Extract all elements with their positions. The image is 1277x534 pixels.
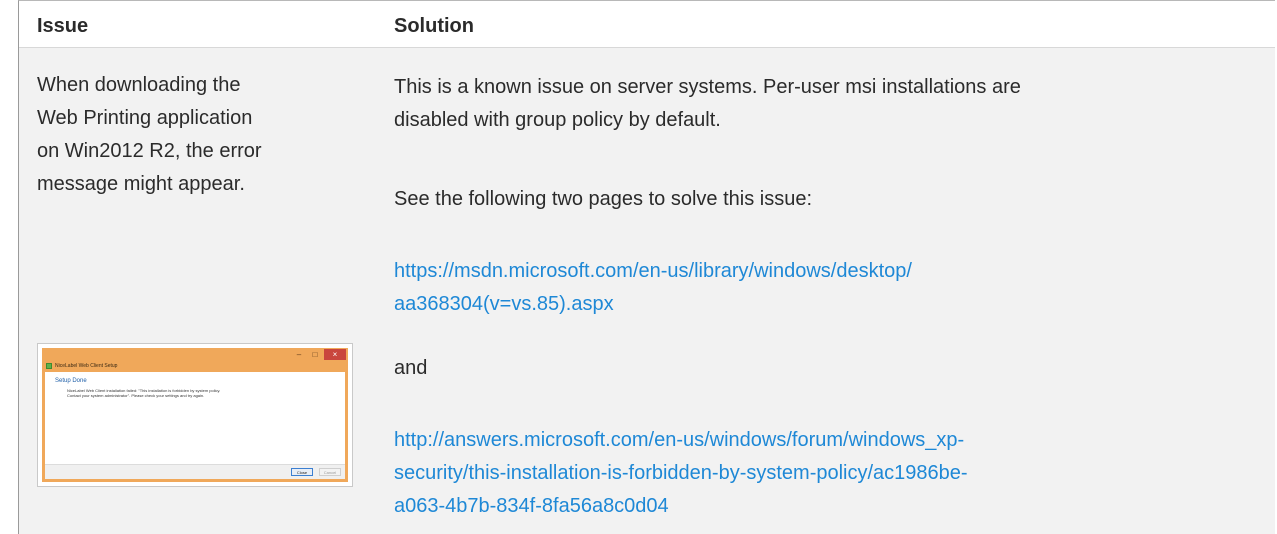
solution-line: This is a known issue on server systems.… — [394, 76, 1021, 98]
issue-description: When downloading the Web Printing applic… — [37, 69, 347, 201]
issue-line: When downloading the — [37, 74, 241, 96]
setup-message: NiceLabel Web Client installation failed… — [67, 388, 337, 398]
window-controls: – □ × — [292, 349, 346, 360]
answers-link[interactable]: http://answers.microsoft.com/en-us/windo… — [394, 424, 1214, 523]
setup-heading: Setup Done — [55, 378, 87, 384]
setup-close-button: Close — [291, 468, 313, 476]
link-line[interactable]: a063-4b7b-834f-8fa56a8c0d04 — [394, 490, 1214, 523]
link-line[interactable]: https://msdn.microsoft.com/en-us/library… — [394, 255, 1194, 288]
solution-line: disabled with group policy by default. — [394, 109, 721, 131]
setup-cancel-button: Cancel — [319, 468, 341, 476]
setup-window: – □ × NiceLabel Web Client Setup Setup D… — [42, 348, 348, 482]
window-body: Setup Done NiceLabel Web Client installa… — [45, 372, 345, 464]
solution-instruction: See the following two pages to solve thi… — [394, 188, 813, 210]
error-screenshot: – □ × NiceLabel Web Client Setup Setup D… — [37, 343, 353, 487]
window-title: NiceLabel Web Client Setup — [55, 363, 118, 369]
issue-column-header: Issue — [37, 15, 89, 37]
solution-paragraph: This is a known issue on server systems.… — [394, 71, 1254, 137]
issue-line: on Win2012 R2, the error — [37, 140, 262, 162]
close-icon: × — [324, 349, 346, 360]
issue-solution-table: Issue Solution When downloading the Web … — [18, 0, 1275, 534]
app-icon — [46, 363, 52, 369]
issue-line: message might appear. — [37, 173, 245, 195]
table-header-row: Issue Solution — [19, 1, 1275, 48]
issue-line: Web Printing application — [37, 107, 253, 129]
window-title-bar: NiceLabel Web Client Setup — [46, 363, 117, 369]
conjunction-text: and — [394, 357, 428, 379]
link-line[interactable]: http://answers.microsoft.com/en-us/windo… — [394, 424, 1214, 457]
link-line[interactable]: aa368304(v=vs.85).aspx — [394, 288, 1194, 321]
link-line[interactable]: security/this-installation-is-forbidden-… — [394, 457, 1214, 490]
minimize-icon: – — [296, 349, 302, 359]
window-footer: Close Cancel — [45, 464, 345, 479]
msdn-link[interactable]: https://msdn.microsoft.com/en-us/library… — [394, 255, 1194, 321]
setup-message-line: Contact your system administrator". Plea… — [67, 393, 205, 398]
maximize-icon: □ — [312, 349, 318, 359]
solution-column-header: Solution — [394, 15, 474, 37]
